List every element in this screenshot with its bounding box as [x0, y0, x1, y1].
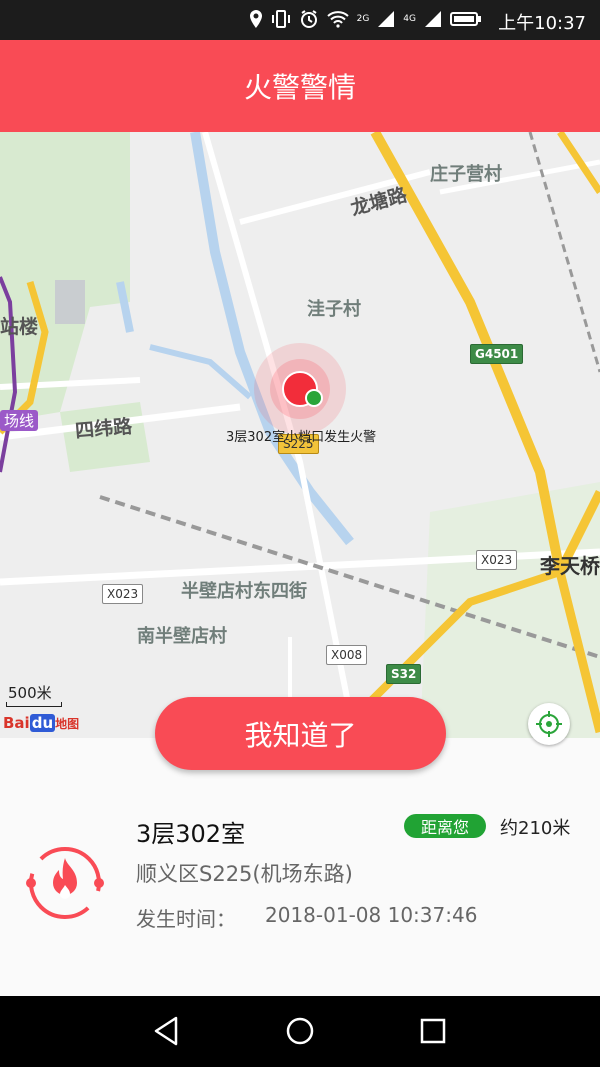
alert-address-title: 3层302室: [136, 820, 246, 848]
status-icons: 2G 4G: [249, 9, 482, 29]
battery-icon: [450, 12, 481, 26]
header-bar: 火警警情: [0, 40, 600, 132]
alarm-icon: [300, 10, 317, 28]
wifi-icon: [326, 11, 349, 28]
map-label-bandian-east4: 半壁店村东四街: [181, 581, 307, 602]
map-label-nan-bandian: 南半壁店村: [137, 626, 227, 647]
network-4g: 4G: [403, 14, 416, 24]
system-nav-bar: [0, 996, 600, 1067]
vibrate-icon: [271, 10, 290, 28]
locate-button[interactable]: [528, 703, 570, 745]
map-label-zhuangziying: 庄子营村: [430, 164, 502, 185]
network-2g: 2G: [356, 14, 370, 24]
map-label-siwei-road: 四纬路: [74, 415, 133, 443]
status-time: 上午10:37: [498, 13, 586, 34]
shield-g4501: G4501: [470, 344, 524, 364]
map-label-airport-line: 场线: [0, 410, 39, 431]
fire-alert-marker-label: 3层302室小档口发生火警: [226, 430, 377, 445]
map-label-wazi: 洼子村: [307, 299, 361, 320]
shield-x023-right: X023: [476, 550, 518, 570]
fire-icon: [26, 847, 104, 919]
acknowledge-button[interactable]: 我知道了: [155, 697, 446, 770]
baidu-map-logo: Bai du 地图: [3, 714, 80, 732]
signal-icon: [425, 11, 441, 27]
alert-address-detail: 顺义区S225(机场东路): [136, 862, 353, 886]
status-bar: 2G 4G 上午10:37: [0, 0, 600, 40]
distance-value: 约210米: [500, 818, 571, 839]
recents-icon[interactable]: [416, 1014, 450, 1048]
shield-x008: X008: [326, 645, 368, 665]
occurred-time-label: 发生时间：: [136, 907, 236, 931]
map-view[interactable]: 庄子营村 龙塘路 洼子村 站楼 四纬路 场线 半壁店村东四街 南半壁店村 李天桥…: [0, 132, 600, 738]
locate-icon: [536, 711, 562, 737]
distance-tag: 距离您: [404, 814, 486, 838]
page-title: 火警警情: [243, 71, 356, 104]
home-icon[interactable]: [283, 1014, 317, 1048]
shield-s32: S32: [386, 664, 422, 684]
signal-icon: [378, 11, 395, 27]
map-scale-label: 500米: [8, 684, 52, 702]
occurred-time-value: 2018-01-08 10:37:46: [265, 903, 478, 927]
shield-x023-left: X023: [102, 584, 144, 604]
map-scale-bar: [6, 702, 62, 707]
map-label-litianqiao: 李天桥: [540, 554, 600, 578]
back-icon[interactable]: [150, 1014, 184, 1048]
location-icon: [249, 10, 262, 28]
map-label-station-building: 站楼: [0, 316, 39, 338]
